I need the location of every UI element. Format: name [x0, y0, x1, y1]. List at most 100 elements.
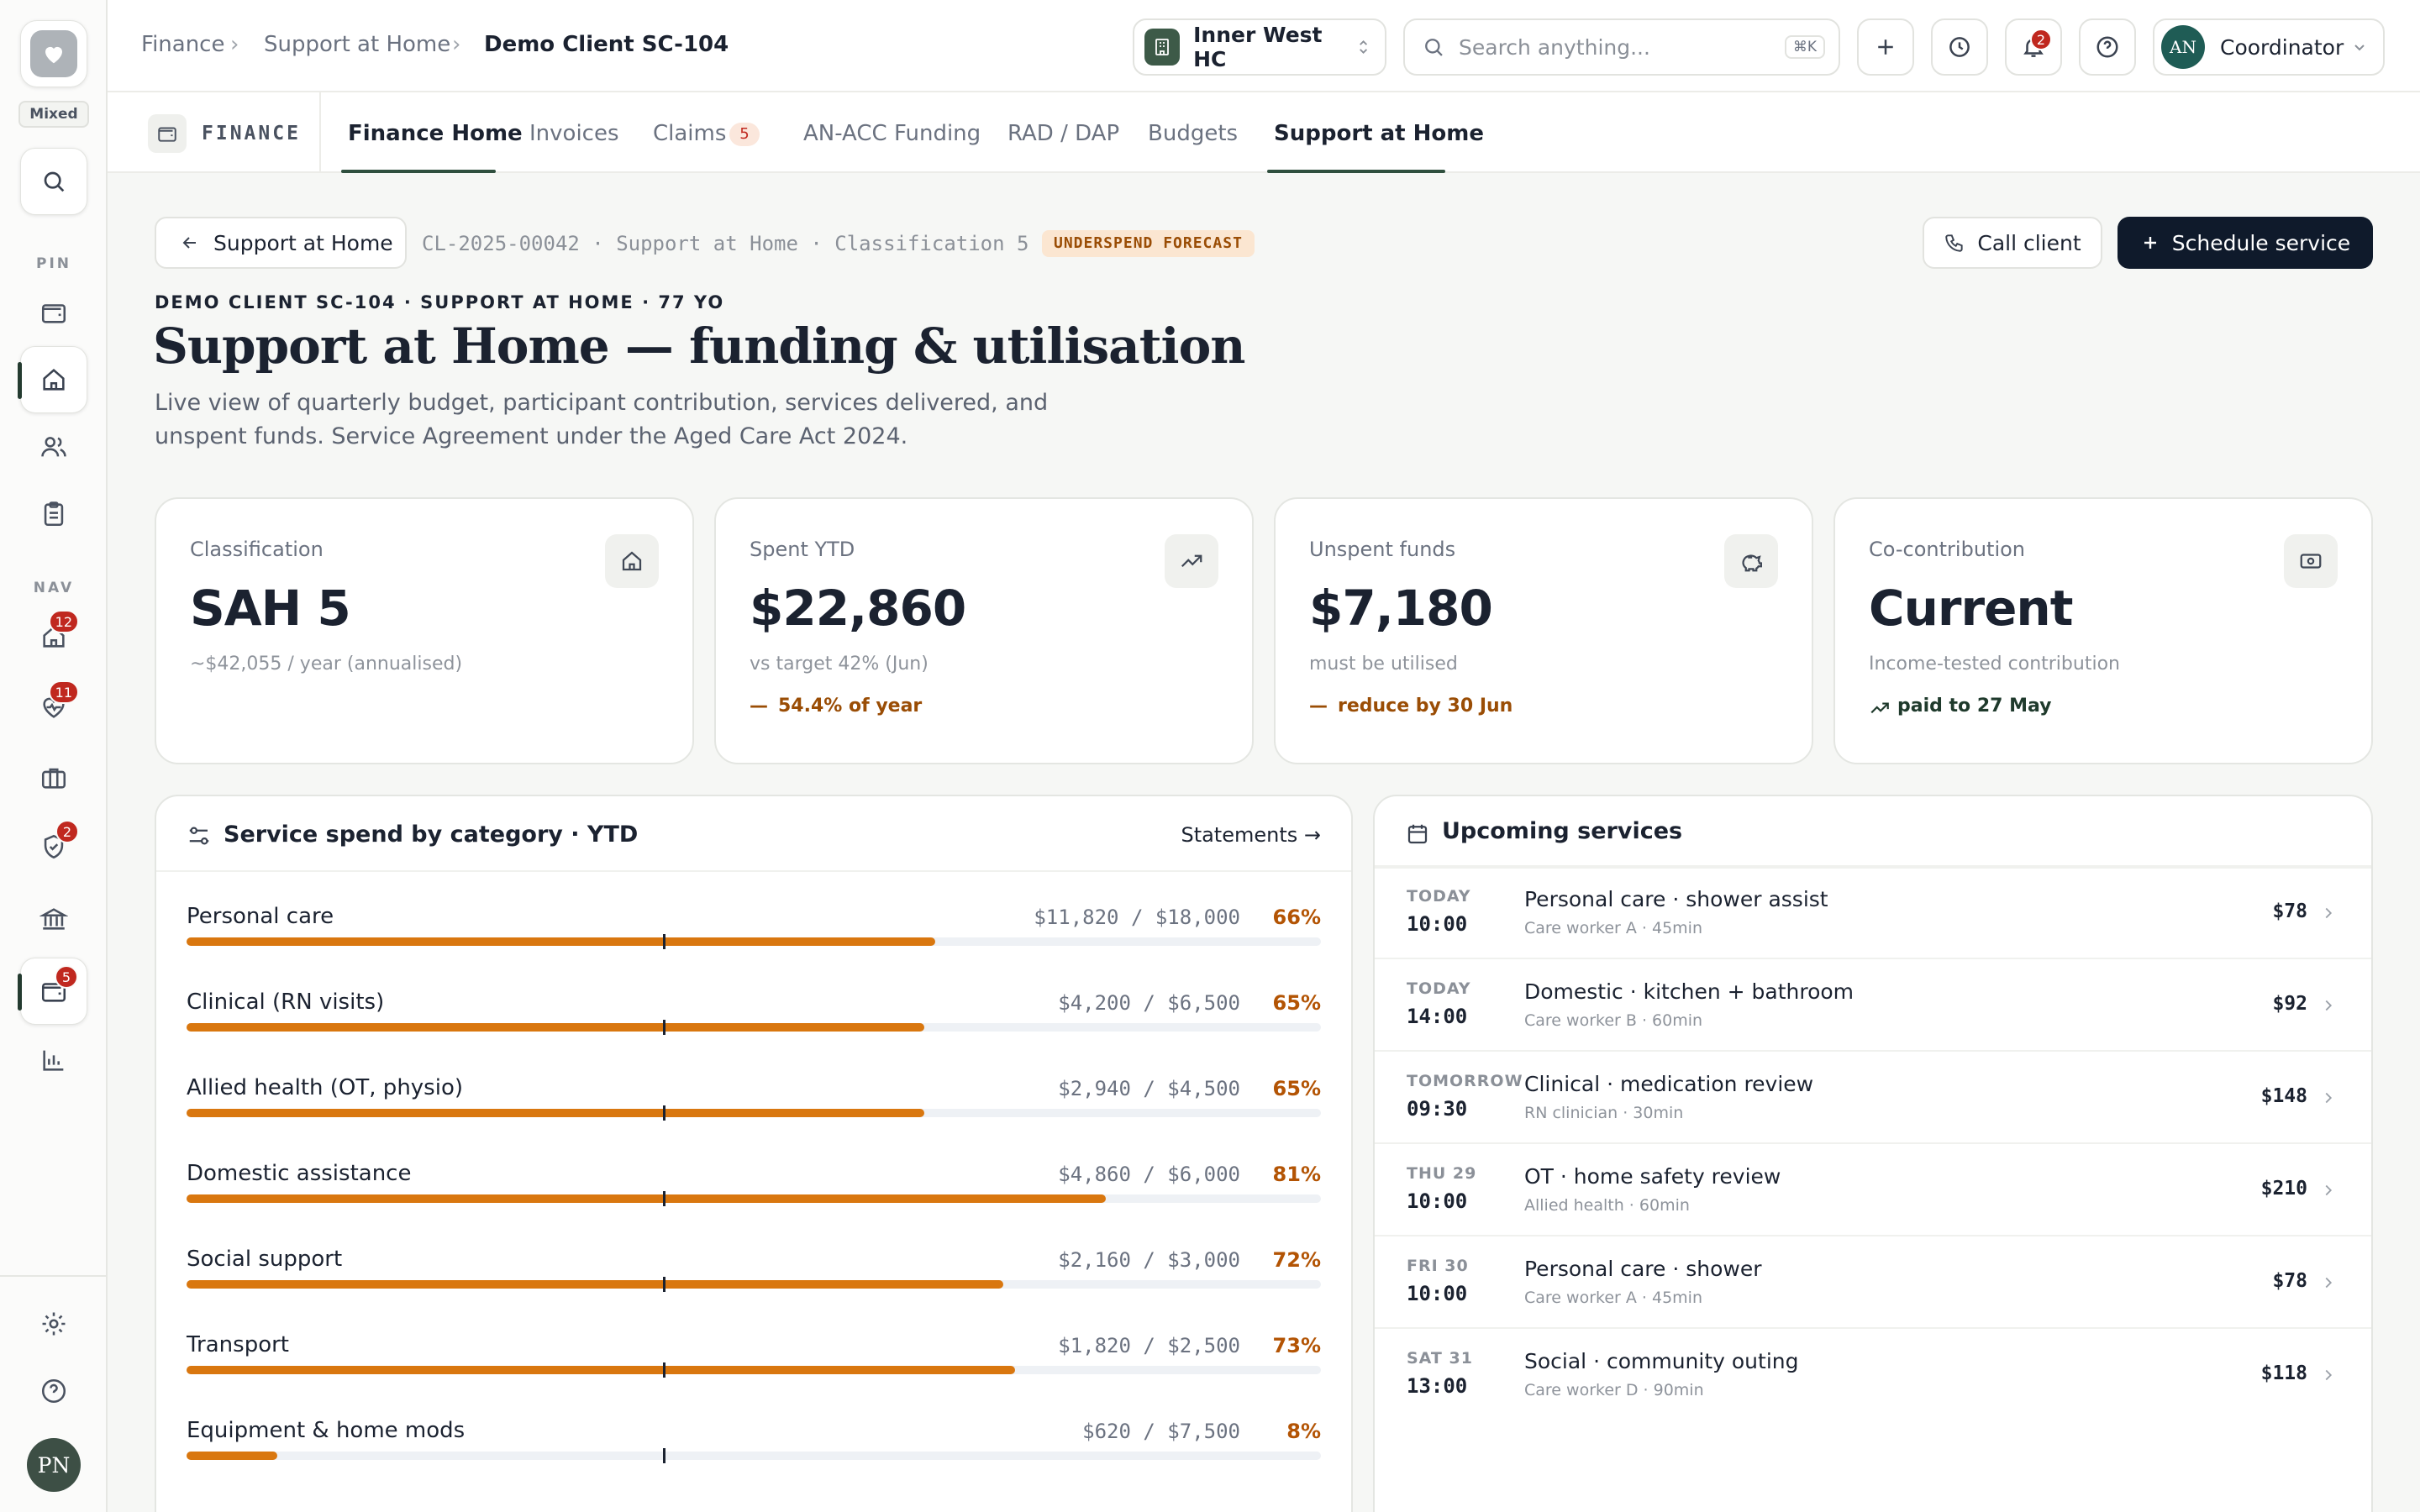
upcoming-service-row[interactable]: SAT 31 13:00 Social · community outing Care…: [1375, 1327, 2371, 1418]
wallet-icon: [41, 304, 66, 323]
spend-progress-fill: [187, 1194, 1106, 1203]
rail-help[interactable]: [20, 1357, 87, 1425]
history-button[interactable]: [1931, 18, 1988, 76]
spend-progress-fill: [187, 1366, 1015, 1374]
rail-avatar[interactable]: PN: [27, 1438, 81, 1492]
target-marker: [663, 1020, 666, 1035]
bank-icon: [39, 908, 68, 930]
active-indicator: [18, 362, 22, 399]
plus-icon: [1878, 39, 1893, 55]
service-day: FRI 30: [1407, 1257, 1469, 1275]
service-title: Social · community outing: [1524, 1349, 1799, 1373]
rail-nav-reports[interactable]: [20, 1026, 87, 1094]
mode-badge[interactable]: Mixed: [18, 101, 89, 128]
page-description-line2: unspent funds. Service Agreement under t…: [155, 423, 908, 449]
claims-count-badge: 5: [729, 123, 760, 146]
spend-progress-track: [187, 1191, 1321, 1206]
service-day: SAT 31: [1407, 1349, 1473, 1368]
breadcrumb-support-at-home[interactable]: Support at Home: [264, 32, 450, 57]
call-client-button[interactable]: Call client: [1923, 217, 2102, 269]
upcoming-service-row[interactable]: FRI 30 10:00 Personal care · shower Care wo…: [1375, 1235, 2371, 1326]
rail-nav-compliance[interactable]: 2: [20, 813, 87, 880]
tab-support-at-home[interactable]: Support at Home: [1274, 121, 1484, 146]
service-time: 10:00: [1407, 1282, 1468, 1305]
user-avatar: AN: [2161, 25, 2205, 69]
search-placeholder: Search anything...: [1459, 34, 1650, 60]
upcoming-service-row[interactable]: TODAY 10:00 Personal care · shower assist C…: [1375, 865, 2371, 956]
chevron-right-icon: [2325, 1000, 2333, 1011]
upcoming-services-card: Upcoming services TODAY 10:00 Personal car…: [1373, 795, 2373, 1512]
app-logo[interactable]: [20, 20, 87, 87]
service-meta: RN clinician · 30min: [1524, 1104, 1684, 1122]
tab-finance-home[interactable]: Finance Home: [348, 121, 523, 146]
tab-claims[interactable]: Claims: [653, 121, 726, 146]
rail-nav-finance[interactable]: 5: [18, 958, 87, 1025]
statements-link[interactable]: Statements →: [1181, 823, 1321, 847]
rail-nav-briefcase[interactable]: [20, 744, 87, 811]
kpi-label: Co-contribution: [1869, 538, 2025, 561]
kpi-card-co-contribution: Co-contribution Current Income-tested co…: [1833, 497, 2373, 764]
create-button[interactable]: [1857, 18, 1914, 76]
target-marker: [663, 1448, 666, 1463]
chevron-right-icon: ›: [230, 32, 239, 57]
service-title: Personal care · shower: [1524, 1257, 1762, 1281]
tab-support-at-home-underline: [1267, 170, 1445, 173]
rail-pin-clipboard[interactable]: [20, 480, 87, 548]
schedule-service-button[interactable]: Schedule service: [2118, 217, 2373, 269]
tab-invoices[interactable]: Invoices: [529, 121, 619, 146]
rail-settings[interactable]: [20, 1290, 87, 1357]
search-box[interactable]: Search anything... ⌘K: [1403, 18, 1840, 76]
user-menu[interactable]: AN Coordinator: [2153, 18, 2385, 76]
notifications-button[interactable]: 2: [2005, 18, 2062, 76]
kpi-value: SAH 5: [190, 580, 351, 637]
service-price: $92: [2272, 993, 2307, 1015]
briefcase-icon: [41, 768, 66, 789]
spend-row-name: Equipment & home mods: [187, 1418, 466, 1443]
tab-an-acc-funding[interactable]: AN-ACC Funding: [803, 121, 981, 146]
module-header: FINANCE: [148, 113, 301, 155]
rail-nav-clinical[interactable]: 11: [20, 674, 87, 741]
spend-row-amount: $11,820 / $18,000: [1034, 906, 1240, 929]
upcoming-service-row[interactable]: THU 29 10:00 OT · home safety review Allied…: [1375, 1142, 2371, 1233]
kpi-note: reduce by 30 Jun: [1338, 696, 1513, 717]
page-eyebrow: DEMO CLIENT SC-104 · SUPPORT AT HOME · 7…: [155, 292, 725, 312]
calendar-icon: [1407, 824, 1428, 844]
facility-selector[interactable]: Inner West HC: [1133, 18, 1386, 76]
service-price: $210: [2260, 1178, 2307, 1200]
tab-rad-dap[interactable]: RAD / DAP: [1007, 121, 1119, 146]
back-button[interactable]: Support at Home: [155, 217, 407, 269]
target-marker: [663, 1191, 666, 1206]
kpi-sub: ~$42,055 / year (annualised): [190, 654, 463, 675]
chevron-right-icon: [2325, 907, 2333, 919]
rail-pin-home[interactable]: [18, 346, 87, 413]
clipboard-icon: [44, 501, 64, 527]
kpi-card-spent-ytd: Spent YTD $22,860 vs target 42% (Jun) — …: [714, 497, 1254, 764]
rail-pin-wallet[interactable]: [20, 279, 87, 346]
spend-progress-fill: [187, 1452, 277, 1460]
target-marker: [663, 1105, 666, 1121]
upcoming-service-row[interactable]: TODAY 14:00 Domestic · kitchen + bathroom C…: [1375, 958, 2371, 1048]
call-client-label: Call client: [1977, 230, 2081, 255]
trending-up-icon: [1165, 534, 1218, 588]
rail-pin-people[interactable]: [20, 413, 87, 480]
spend-row-percent: 65%: [1272, 1077, 1321, 1100]
spend-progress-track: [187, 1277, 1321, 1292]
rail-nav-bank[interactable]: [20, 885, 87, 953]
rail-search-button[interactable]: [20, 148, 87, 215]
spend-row-amount: $2,160 / $3,000: [1058, 1248, 1240, 1272]
tab-budgets[interactable]: Budgets: [1148, 121, 1238, 146]
status-pill: UNDERSPEND FORECAST: [1042, 230, 1255, 257]
spend-progress-track: [187, 1105, 1321, 1121]
spend-row-amount: $4,860 / $6,000: [1058, 1163, 1240, 1186]
module-divider: [319, 92, 321, 173]
upcoming-service-row[interactable]: TOMORROW 09:30 Clinical · medication revie…: [1375, 1050, 2371, 1141]
plus-icon: [2144, 237, 2156, 249]
spend-row-percent: 81%: [1272, 1163, 1321, 1186]
active-indicator: [18, 974, 22, 1011]
service-time: 09:30: [1407, 1097, 1468, 1121]
breadcrumb-finance[interactable]: Finance: [141, 32, 224, 57]
clock-icon: [1949, 37, 1970, 57]
help-button[interactable]: [2079, 18, 2136, 76]
rail-nav-home[interactable]: 12: [20, 603, 87, 670]
spend-row-name: Allied health (OT, physio): [187, 1075, 463, 1100]
